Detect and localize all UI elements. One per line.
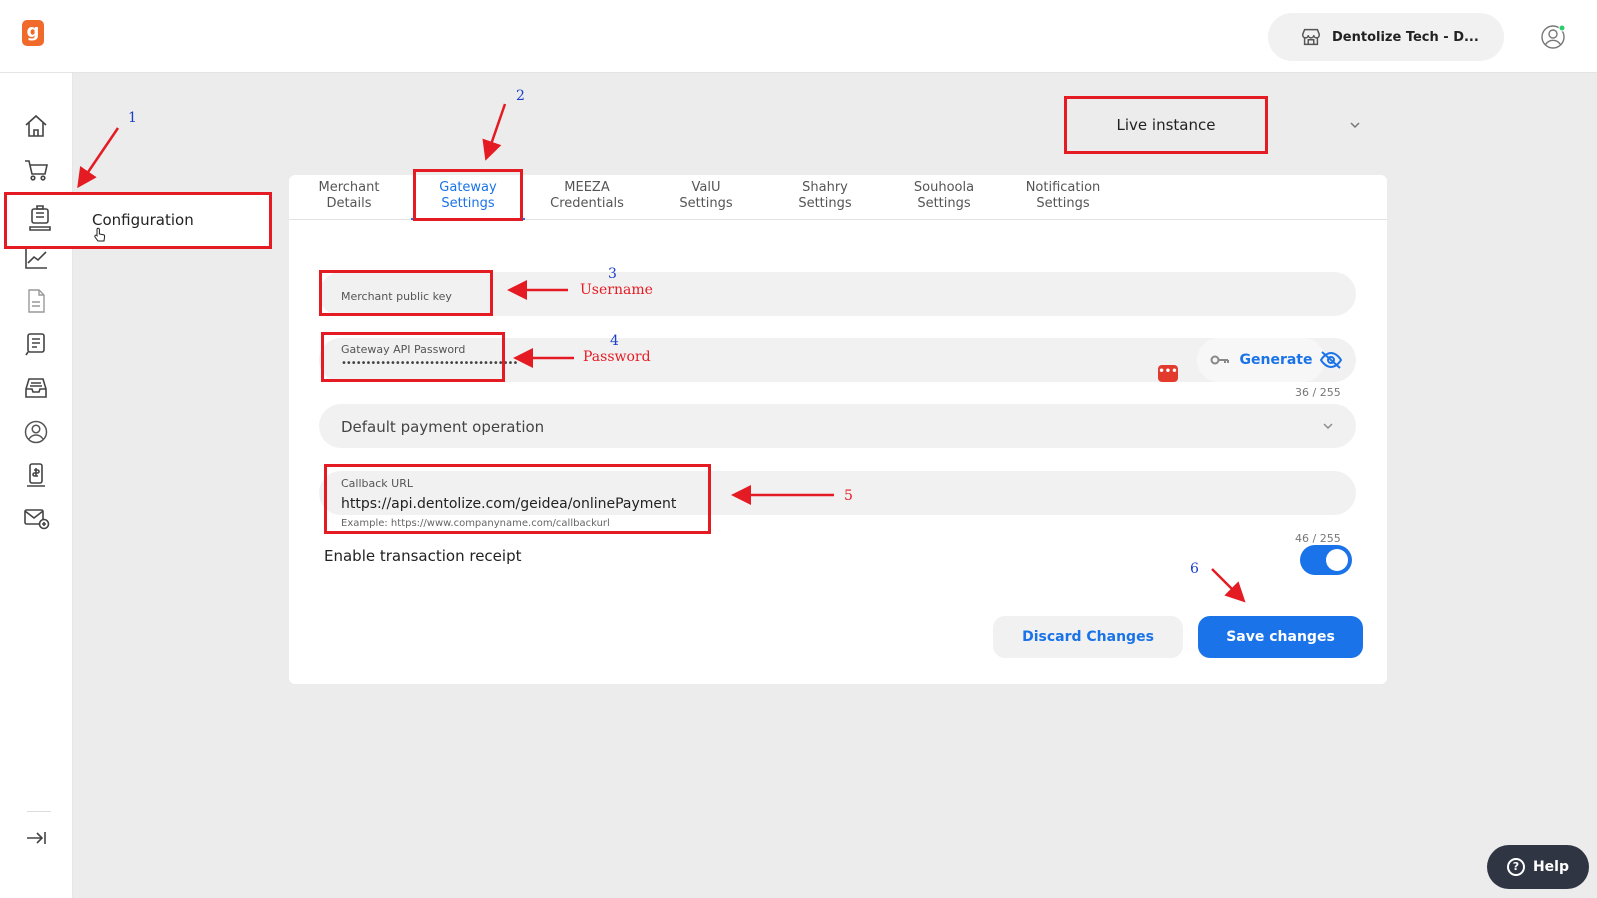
annotation-number-1: 1 — [128, 110, 137, 126]
tab-label-line: Credentials — [550, 196, 624, 211]
cart-icon[interactable] — [22, 156, 50, 184]
configuration-label: Configuration — [92, 211, 194, 229]
tab-label-line: Settings — [917, 196, 971, 211]
transaction-receipt-toggle[interactable] — [1300, 545, 1352, 575]
question-icon: ? — [1506, 858, 1525, 876]
help-label: Help — [1532, 859, 1570, 875]
tab-label-line: Details — [326, 196, 372, 211]
callback-char-counter: 46 / 255 — [1295, 532, 1341, 545]
settings-tabs: Merchant Details Gateway Settings MEEZA Cre… — [289, 169, 1387, 221]
save-changes-button[interactable]: Save changes — [1198, 616, 1363, 658]
tab-merchant-details[interactable]: Merchant Details — [294, 180, 404, 212]
annotation-number-6: 6 — [1190, 561, 1199, 577]
sidebar-divider — [27, 811, 51, 812]
configuration-icon — [29, 205, 51, 231]
help-button[interactable]: ? Help — [1487, 845, 1589, 889]
transaction-receipt-label: Enable transaction receipt — [324, 547, 522, 565]
tab-label-line: Settings — [798, 196, 852, 211]
tab-shahry-settings[interactable]: Shahry Settings — [770, 180, 880, 212]
arrow-2 — [482, 103, 507, 161]
eye-off-icon[interactable] — [1319, 350, 1343, 370]
inbox-icon[interactable] — [22, 374, 50, 402]
tab-label-line: Shahry — [802, 180, 848, 195]
top-bar: g Dentolize Tech - D... — [0, 0, 1597, 73]
toggle-knob — [1326, 549, 1348, 571]
sidebar-item-configuration[interactable]: Configuration — [4, 192, 272, 249]
annotation-box-password — [321, 332, 505, 382]
generate-label: Generate — [1239, 352, 1313, 368]
annotation-username: Username — [580, 282, 653, 298]
default-payment-operation-placeholder: Default payment operation — [341, 418, 545, 436]
invoice-icon[interactable] — [22, 330, 50, 358]
email-icon[interactable] — [22, 504, 50, 532]
tab-label-line: ValU — [691, 180, 721, 195]
tab-label-line: Settings — [679, 196, 733, 211]
user-avatar-icon[interactable] — [1540, 24, 1566, 50]
password-manager-badge[interactable]: ••• — [1158, 365, 1178, 382]
expand-arrow-icon[interactable] — [22, 824, 50, 852]
tab-label-line: Notification — [1025, 180, 1101, 195]
tab-meeza-credentials[interactable]: MEEZA Credentials — [532, 180, 642, 212]
annotation-box-callback — [324, 464, 711, 534]
document-icon[interactable] — [22, 287, 50, 315]
annotation-number-4: 4 — [610, 333, 619, 349]
tab-label-line: Merchant — [318, 180, 380, 195]
tab-label-line: Souhoola — [913, 180, 975, 195]
storefront-icon — [1302, 28, 1320, 46]
tab-souhoola-settings[interactable]: Souhoola Settings — [889, 180, 999, 212]
gateway-settings-card: Merchant Details Gateway Settings MEEZA Cre… — [289, 169, 1387, 684]
chevron-down-icon — [1323, 423, 1333, 429]
merchant-switcher[interactable]: Dentolize Tech - D... — [1268, 13, 1504, 61]
tab-valu-settings[interactable]: ValU Settings — [651, 180, 761, 212]
password-char-counter: 36 / 255 — [1295, 386, 1341, 399]
tab-notification-settings[interactable]: Notification Settings — [1008, 180, 1118, 212]
generate-button[interactable]: Generate — [1197, 338, 1325, 382]
geidea-logo[interactable]: g — [22, 20, 44, 46]
annotation-number-2: 2 — [516, 88, 525, 104]
tab-label-line: MEEZA — [564, 180, 610, 195]
annotation-password: Password — [583, 349, 651, 365]
annotation-number-5: 5 — [844, 488, 853, 504]
default-payment-operation-select[interactable]: Default payment operation — [319, 404, 1356, 448]
chevron-down-icon[interactable] — [1348, 118, 1362, 132]
instance-label: Live instance — [1116, 116, 1216, 134]
payment-link-icon[interactable] — [22, 461, 50, 489]
hand-cursor-icon — [94, 227, 106, 242]
customer-icon[interactable] — [22, 418, 50, 446]
annotation-box-tab — [413, 169, 523, 221]
tab-label-line: Settings — [1036, 196, 1090, 211]
annotation-box-public-key — [319, 270, 493, 316]
discard-changes-button[interactable]: Discard Changes — [993, 616, 1183, 658]
key-icon — [1210, 355, 1229, 365]
instance-selector[interactable]: Live instance — [1064, 96, 1268, 154]
annotation-number-3: 3 — [608, 266, 617, 282]
arrow-1 — [77, 127, 120, 189]
home-icon[interactable] — [22, 112, 50, 140]
merchant-name: Dentolize Tech - D... — [1332, 29, 1479, 45]
